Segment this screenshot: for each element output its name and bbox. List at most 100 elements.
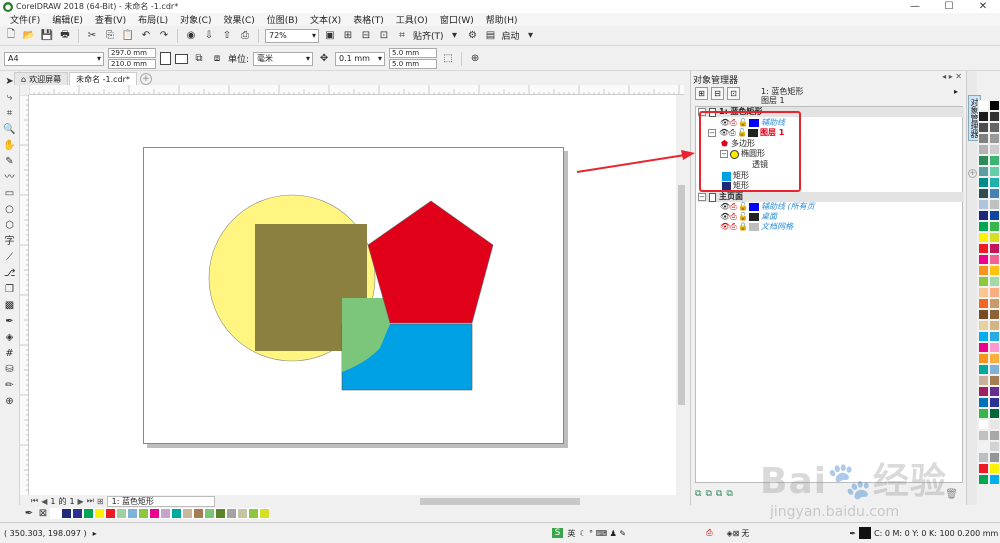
add-tool-icon[interactable]: ⊕ xyxy=(3,395,17,409)
menu-object[interactable]: 对象(C) xyxy=(174,13,217,26)
search-content-icon[interactable]: ◉ xyxy=(184,29,198,43)
minimize-button[interactable]: — xyxy=(898,0,932,13)
eyedropper-icon[interactable]: ✒ xyxy=(22,507,36,521)
palette-swatch[interactable] xyxy=(978,342,989,353)
palette-swatch[interactable] xyxy=(978,364,989,375)
vertical-ruler[interactable] xyxy=(20,94,29,495)
horizontal-scrollbar-thumb[interactable] xyxy=(420,498,580,505)
portrait-icon[interactable] xyxy=(160,52,171,65)
nudge-distance-field[interactable]: 0.1 mm xyxy=(335,51,386,66)
smart-fill-icon[interactable]: ⛁ xyxy=(3,363,17,377)
tree-row-master-page[interactable]: − 主页面 xyxy=(698,192,964,202)
palette-swatch[interactable] xyxy=(978,133,989,144)
new-master-layer-all-icon[interactable]: ⧉ xyxy=(716,489,722,499)
palette-swatch[interactable] xyxy=(989,364,1000,375)
palette-swatch[interactable] xyxy=(83,508,94,519)
palette-swatch[interactable] xyxy=(248,508,259,519)
duplicate-x-field[interactable]: 5.0 mm xyxy=(389,48,438,58)
palette-swatch[interactable] xyxy=(237,508,248,519)
tree-row-master-guides[interactable]: 👁 ⎙ 🔓 辅助线 (所有页 xyxy=(720,202,986,212)
snap-to-dropdown[interactable]: 贴齐(T) xyxy=(413,29,444,42)
palette-swatch[interactable] xyxy=(989,430,1000,441)
landscape-icon[interactable] xyxy=(175,53,188,64)
prev-page-icon[interactable]: ◀ xyxy=(41,497,47,506)
palette-swatch[interactable] xyxy=(978,276,989,287)
print-disabled-icon[interactable]: ⎙ xyxy=(729,202,738,212)
docker-menu-icon[interactable]: ▸ xyxy=(954,87,958,96)
palette-swatch[interactable] xyxy=(989,166,1000,177)
palette-swatch[interactable] xyxy=(978,155,989,166)
ime-mode[interactable]: 英 xyxy=(567,528,575,539)
palette-swatch[interactable] xyxy=(978,199,989,210)
palette-swatch[interactable] xyxy=(978,441,989,452)
application-launcher-icon[interactable]: ▤ xyxy=(484,29,498,43)
maximize-button[interactable]: ☐ xyxy=(932,0,966,13)
palette-swatch[interactable] xyxy=(989,320,1000,331)
palette-swatch[interactable] xyxy=(989,331,1000,342)
palette-swatch[interactable] xyxy=(978,408,989,419)
palette-swatch[interactable] xyxy=(149,508,160,519)
palette-swatch[interactable] xyxy=(989,133,1000,144)
page-tab[interactable]: 1: 蓝色矩形 xyxy=(106,495,215,507)
open-icon[interactable]: 📂 xyxy=(22,29,36,43)
palette-swatch[interactable] xyxy=(989,287,1000,298)
palette-swatch[interactable] xyxy=(978,298,989,309)
palette-swatch[interactable] xyxy=(989,144,1000,155)
chevron-down-icon[interactable]: ▾ xyxy=(524,29,538,43)
palette-swatch[interactable] xyxy=(989,419,1000,430)
outline-color-swatch[interactable] xyxy=(859,527,872,539)
palette-swatch[interactable] xyxy=(989,408,1000,419)
interactive-fill-icon[interactable]: ◈ xyxy=(3,331,17,345)
new-master-layer-icon[interactable]: ⧉ xyxy=(705,489,711,499)
all-pages-icon[interactable]: ⧉ xyxy=(192,52,206,66)
horizontal-ruler[interactable] xyxy=(29,85,684,95)
palette-swatch[interactable] xyxy=(259,508,270,519)
palette-swatch[interactable] xyxy=(989,441,1000,452)
palette-swatch[interactable] xyxy=(978,177,989,188)
menu-layout[interactable]: 布局(L) xyxy=(132,13,174,26)
guidelines-icon[interactable]: ⊡ xyxy=(377,29,391,43)
palette-swatch[interactable] xyxy=(989,210,1000,221)
palette-swatch[interactable] xyxy=(978,386,989,397)
print-disabled-icon[interactable]: ⎙ xyxy=(729,222,738,232)
palette-swatch[interactable] xyxy=(989,375,1000,386)
visibility-hidden-icon[interactable]: 👁 xyxy=(720,222,730,232)
palette-swatch[interactable] xyxy=(989,452,1000,463)
palette-swatch[interactable] xyxy=(989,232,1000,243)
freehand-tool-icon[interactable]: ✎ xyxy=(3,155,17,169)
palette-swatch[interactable] xyxy=(978,287,989,298)
palette-swatch[interactable] xyxy=(978,122,989,133)
palette-swatch[interactable] xyxy=(105,508,116,519)
palette-swatch[interactable] xyxy=(978,375,989,386)
palette-swatch[interactable] xyxy=(204,508,215,519)
palette-swatch[interactable] xyxy=(989,298,1000,309)
palette-swatch[interactable] xyxy=(989,463,1000,474)
palette-swatch[interactable] xyxy=(989,188,1000,199)
palette-swatch[interactable] xyxy=(989,155,1000,166)
first-page-icon[interactable]: ⏮ xyxy=(31,496,38,506)
palette-swatch[interactable] xyxy=(160,508,171,519)
options-gear-icon[interactable]: ⚙ xyxy=(466,29,480,43)
menu-bitmaps[interactable]: 位图(B) xyxy=(261,13,304,26)
current-page-icon[interactable]: ⧈ xyxy=(210,52,224,66)
show-properties-icon[interactable]: ⊞ xyxy=(695,87,708,100)
mesh-fill-icon[interactable]: # xyxy=(3,347,17,361)
shape-tool-icon[interactable]: ⤷ xyxy=(3,91,17,105)
palette-swatch[interactable] xyxy=(978,254,989,265)
palette-swatch[interactable] xyxy=(989,397,1000,408)
palette-swatch[interactable] xyxy=(978,353,989,364)
palette-swatch[interactable] xyxy=(978,331,989,342)
add-page-icon[interactable]: ⊞ xyxy=(97,497,104,506)
tab-document[interactable]: 未命名 -1.cdr* xyxy=(69,72,137,85)
snap-icon[interactable]: ⌗ xyxy=(395,29,409,43)
close-button[interactable]: ✕ xyxy=(966,0,1000,13)
ime-logo-icon[interactable]: S xyxy=(551,528,564,538)
no-color-icon[interactable]: ⊠ xyxy=(36,507,50,521)
palette-swatch[interactable] xyxy=(978,463,989,474)
palette-swatch[interactable] xyxy=(989,122,1000,133)
edit-across-layers-icon[interactable]: ⊟ xyxy=(711,87,724,100)
palette-swatch[interactable] xyxy=(989,100,1000,111)
copy-icon[interactable]: ⎘ xyxy=(103,29,117,43)
palette-swatch[interactable] xyxy=(989,474,1000,485)
palette-swatch[interactable] xyxy=(989,265,1000,276)
